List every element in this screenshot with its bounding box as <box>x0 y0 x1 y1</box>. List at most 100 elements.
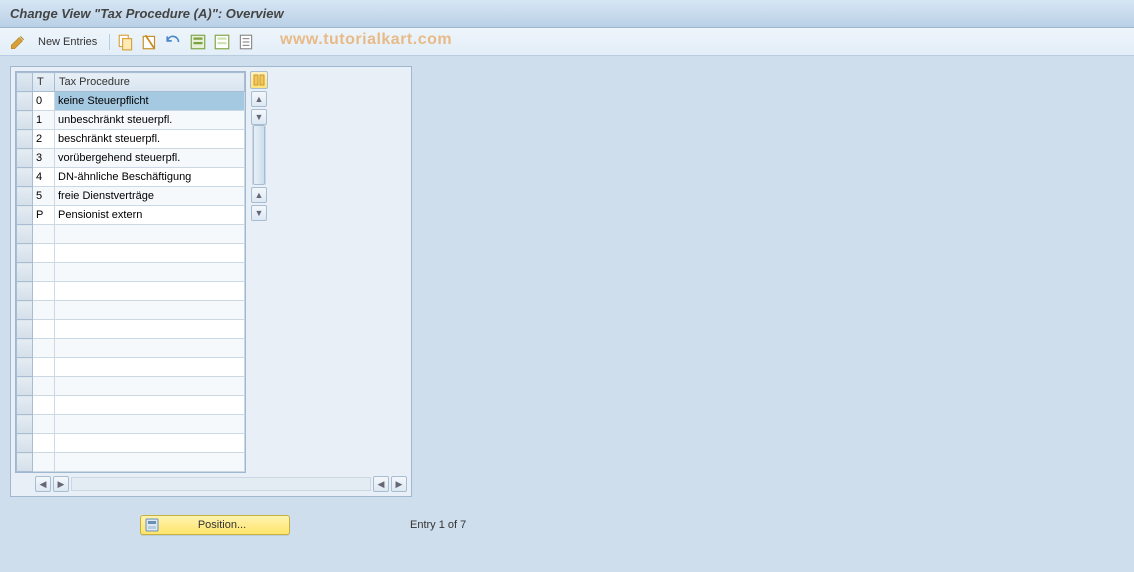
select-all-icon[interactable] <box>188 32 208 52</box>
procedure-cell-input[interactable] <box>55 453 244 471</box>
deselect-all-icon[interactable] <box>212 32 232 52</box>
t-cell-input[interactable] <box>33 244 54 262</box>
row-selector[interactable] <box>17 377 33 396</box>
table-row <box>17 453 245 472</box>
scroll-down2-button[interactable]: ▼ <box>251 205 267 221</box>
table-right-controls: ▲ ▼ ▲ ▼ <box>250 71 268 221</box>
t-cell-input[interactable] <box>33 358 54 376</box>
t-cell-input[interactable] <box>33 168 54 186</box>
table-row <box>17 187 245 206</box>
configure-columns-icon[interactable] <box>250 71 268 89</box>
row-selector[interactable] <box>17 149 33 168</box>
scroll-right2-button[interactable]: ▶ <box>391 476 407 492</box>
procedure-cell-input[interactable] <box>55 396 244 414</box>
print-icon[interactable] <box>236 32 256 52</box>
row-selector[interactable] <box>17 396 33 415</box>
row-selector[interactable] <box>17 244 33 263</box>
procedure-cell-input[interactable] <box>55 92 244 110</box>
row-selector[interactable] <box>17 415 33 434</box>
row-selector[interactable] <box>17 263 33 282</box>
row-selector[interactable] <box>17 282 33 301</box>
procedure-cell-input[interactable] <box>55 206 244 224</box>
t-cell-input[interactable] <box>33 339 54 357</box>
t-cell-input[interactable] <box>33 92 54 110</box>
row-selector[interactable] <box>17 301 33 320</box>
procedure-cell-input[interactable] <box>55 149 244 167</box>
table-row <box>17 263 245 282</box>
column-header-procedure[interactable]: Tax Procedure <box>55 73 245 92</box>
row-selector[interactable] <box>17 187 33 206</box>
procedure-cell-input[interactable] <box>55 358 244 376</box>
row-selector[interactable] <box>17 225 33 244</box>
t-cell-input[interactable] <box>33 130 54 148</box>
table-row <box>17 377 245 396</box>
vertical-scrollbar-thumb[interactable] <box>253 125 265 185</box>
watermark: www.tutorialkart.com <box>280 31 452 49</box>
delete-icon[interactable] <box>140 32 160 52</box>
procedure-cell-input[interactable] <box>55 339 244 357</box>
select-all-header[interactable] <box>17 73 33 92</box>
row-selector[interactable] <box>17 111 33 130</box>
procedure-cell-input[interactable] <box>55 263 244 281</box>
column-header-t[interactable]: T <box>33 73 55 92</box>
scroll-left-button[interactable]: ◀ <box>35 476 51 492</box>
t-cell-input[interactable] <box>33 377 54 395</box>
row-selector[interactable] <box>17 358 33 377</box>
t-cell-input[interactable] <box>33 453 54 471</box>
procedure-cell-input[interactable] <box>55 225 244 243</box>
copy-icon[interactable] <box>116 32 136 52</box>
horizontal-scrollbar-track[interactable] <box>71 477 371 491</box>
scroll-down-button[interactable]: ▼ <box>251 109 267 125</box>
scroll-left2-button[interactable]: ◀ <box>373 476 389 492</box>
t-cell-input[interactable] <box>33 187 54 205</box>
procedure-cell-input[interactable] <box>55 301 244 319</box>
procedure-cell-input[interactable] <box>55 111 244 129</box>
change-mode-icon[interactable] <box>8 32 28 52</box>
t-cell-input[interactable] <box>33 263 54 281</box>
entry-count-text: Entry 1 of 7 <box>410 519 466 531</box>
t-cell-input[interactable] <box>33 111 54 129</box>
procedure-cell-input[interactable] <box>55 434 244 452</box>
row-selector[interactable] <box>17 453 33 472</box>
table-row <box>17 149 245 168</box>
scroll-up-button[interactable]: ▲ <box>251 91 267 107</box>
t-cell-input[interactable] <box>33 415 54 433</box>
row-selector[interactable] <box>17 320 33 339</box>
row-selector[interactable] <box>17 168 33 187</box>
content-area: T Tax Procedure ▲ ▼ ▲ <box>0 56 1134 572</box>
table-row <box>17 358 245 377</box>
procedure-cell-input[interactable] <box>55 320 244 338</box>
t-cell-input[interactable] <box>33 320 54 338</box>
row-selector[interactable] <box>17 206 33 225</box>
procedure-cell-input[interactable] <box>55 187 244 205</box>
vertical-scrollbar-track[interactable] <box>252 125 266 185</box>
procedure-cell-input[interactable] <box>55 168 244 186</box>
t-cell-input[interactable] <box>33 149 54 167</box>
table-row <box>17 396 245 415</box>
table-row <box>17 301 245 320</box>
table-row <box>17 244 245 263</box>
procedure-cell-input[interactable] <box>55 415 244 433</box>
undo-icon[interactable] <box>164 32 184 52</box>
procedure-cell-input[interactable] <box>55 282 244 300</box>
t-cell-input[interactable] <box>33 396 54 414</box>
t-cell-input[interactable] <box>33 225 54 243</box>
row-selector[interactable] <box>17 130 33 149</box>
new-entries-button[interactable]: New Entries <box>32 34 103 50</box>
tax-procedure-table: T Tax Procedure <box>16 72 245 472</box>
t-cell-input[interactable] <box>33 434 54 452</box>
position-button[interactable]: Position... <box>140 515 290 535</box>
t-cell-input[interactable] <box>33 282 54 300</box>
scroll-right-button[interactable]: ▶ <box>53 476 69 492</box>
row-selector[interactable] <box>17 434 33 453</box>
procedure-cell-input[interactable] <box>55 377 244 395</box>
table-row <box>17 130 245 149</box>
procedure-cell-input[interactable] <box>55 130 244 148</box>
table-row <box>17 111 245 130</box>
t-cell-input[interactable] <box>33 301 54 319</box>
scroll-up2-button[interactable]: ▲ <box>251 187 267 203</box>
t-cell-input[interactable] <box>33 206 54 224</box>
row-selector[interactable] <box>17 92 33 111</box>
procedure-cell-input[interactable] <box>55 244 244 262</box>
row-selector[interactable] <box>17 339 33 358</box>
